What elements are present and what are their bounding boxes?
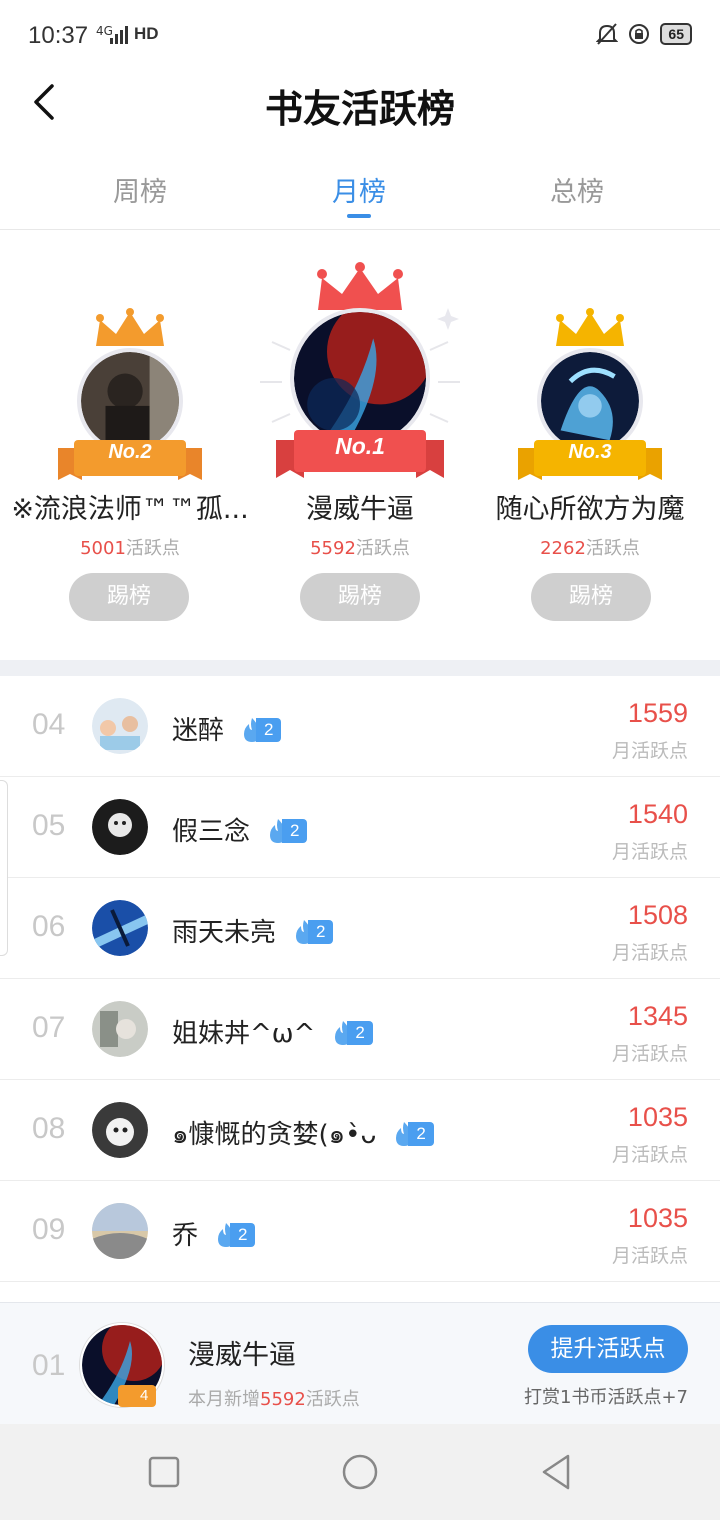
winner-points: 5592活跃点 <box>310 538 410 559</box>
user-name: ๑慷慨的贪婪(๑•̀ᴗ <box>172 1120 377 1150</box>
user-name: 姐妹丼^ω^ <box>172 1019 316 1049</box>
podium: No.2 ※流浪法师™™孤... 5001活跃点 踢榜 No.1 漫威牛逼 55… <box>0 232 720 660</box>
reward-hint: 打赏1书币活跃点+7 <box>524 1387 688 1408</box>
activity-value: 1035 <box>627 1203 688 1233</box>
level-badge: 2 <box>240 716 282 744</box>
crown-icon <box>96 308 164 346</box>
boost-activity-button[interactable]: 提升活跃点 <box>528 1325 688 1373</box>
avatar[interactable] <box>92 698 148 754</box>
page-title: 书友活跃榜 <box>264 86 455 131</box>
winner-name: ※流浪法师™™孤... <box>11 494 249 525</box>
battery-indicator: 65 <box>660 23 692 45</box>
activity-value: 1035 <box>627 1102 688 1132</box>
my-rank-number: 01 <box>32 1349 66 1382</box>
back-nav-icon[interactable] <box>536 1452 576 1492</box>
list-item[interactable]: 07 姐妹丼^ω^ 2 1345 月活跃点 <box>0 979 720 1080</box>
status-bar: 10:37 4G HD 65 <box>0 0 720 72</box>
rank-badge: No.3 <box>568 441 612 463</box>
activity-label: 月活跃点 <box>611 1144 688 1166</box>
winner-points: 2262活跃点 <box>540 538 640 559</box>
my-level-badge: 4 <box>118 1385 157 1407</box>
winner-points: 5001活跃点 <box>80 538 180 559</box>
list-item[interactable]: 04 迷醉 2 1559 月活跃点 <box>0 676 720 777</box>
recent-apps-icon[interactable] <box>144 1452 184 1492</box>
list-item[interactable]: 05 假三念 2 1540 月活跃点 <box>0 777 720 878</box>
kick-button[interactable]: 踢榜 <box>69 573 189 621</box>
level-badge: 2 <box>331 1019 373 1047</box>
crown-icon <box>317 262 403 310</box>
active-tab-indicator <box>347 214 371 218</box>
system-nav-bar <box>0 1424 720 1520</box>
user-name: 雨天未亮 <box>172 918 277 948</box>
kick-button[interactable]: 踢榜 <box>531 573 651 621</box>
list-item[interactable]: 06 雨天未亮 2 1508 月活跃点 <box>0 878 720 979</box>
my-rank-bar: 01 4 漫威牛逼 本月新增5592活跃点 提升活跃点 打赏1书币活跃点+7 <box>0 1302 720 1424</box>
kick-button[interactable]: 踢榜 <box>300 573 420 621</box>
activity-value: 1508 <box>627 900 688 930</box>
level-badge: 2 <box>266 817 308 845</box>
avatar[interactable] <box>92 799 148 855</box>
activity-label: 月活跃点 <box>611 841 688 863</box>
side-handle[interactable] <box>0 780 8 956</box>
avatar[interactable] <box>92 900 148 956</box>
status-time: 10:37 <box>28 22 89 49</box>
rank-badge: No.1 <box>335 433 385 459</box>
user-name: 假三念 <box>172 817 251 847</box>
list-item[interactable]: 08 ๑慷慨的贪婪(๑•̀ᴗ 2 1035 月活跃点 <box>0 1080 720 1181</box>
rank-number: 07 <box>32 1011 66 1044</box>
tab-bar: 周榜 月榜 总榜 <box>0 160 720 230</box>
level-badge: 2 <box>214 1221 256 1249</box>
home-icon[interactable] <box>340 1452 380 1492</box>
rotation-lock-icon <box>629 24 650 44</box>
tab-monthly[interactable]: 月榜 <box>299 170 419 209</box>
avatar[interactable] <box>92 1203 148 1259</box>
level-badge: 2 <box>292 918 334 946</box>
my-name: 漫威牛逼 <box>188 1340 296 1371</box>
user-name: 乔 <box>172 1221 199 1251</box>
activity-label: 月活跃点 <box>611 942 688 964</box>
level-badge: 2 <box>392 1120 434 1148</box>
rank-number: 05 <box>32 809 66 842</box>
ranking-list: 04 迷醉 2 1559 月活跃点 05 假三念 2 1540 月活跃点 06 雨天… <box>0 676 720 1282</box>
tab-weekly[interactable]: 周榜 <box>80 170 200 209</box>
tab-total[interactable]: 总榜 <box>517 170 637 209</box>
activity-label: 月活跃点 <box>611 1043 688 1065</box>
activity-label: 月活跃点 <box>611 1245 688 1267</box>
header: 书友活跃榜 <box>0 72 720 136</box>
avatar[interactable] <box>290 308 430 448</box>
my-monthly-points: 本月新增5592活跃点 <box>188 1389 360 1410</box>
list-item[interactable]: 09 乔2 1035 月活跃点 <box>0 1181 720 1282</box>
rank-badge: No.2 <box>108 441 152 463</box>
rank-number: 09 <box>32 1213 66 1246</box>
crown-icon <box>556 308 624 346</box>
activity-value: 1540 <box>627 799 688 829</box>
section-divider <box>0 660 720 676</box>
winner-name: 随心所欲方为魔 <box>495 494 685 525</box>
activity-value: 1345 <box>627 1001 688 1031</box>
rank-number: 08 <box>32 1112 66 1145</box>
avatar[interactable] <box>92 1102 148 1158</box>
user-name: 迷醉 <box>172 716 225 746</box>
activity-value: 1559 <box>627 698 688 728</box>
winner-name: 漫威牛逼 <box>306 494 414 525</box>
signal-icon <box>110 26 128 44</box>
activity-label: 月活跃点 <box>611 740 688 762</box>
rank-number: 04 <box>32 708 66 741</box>
rank-number: 06 <box>32 910 66 943</box>
hd-indicator: HD <box>134 24 159 43</box>
avatar[interactable] <box>92 1001 148 1057</box>
bell-mute-icon <box>596 23 619 45</box>
